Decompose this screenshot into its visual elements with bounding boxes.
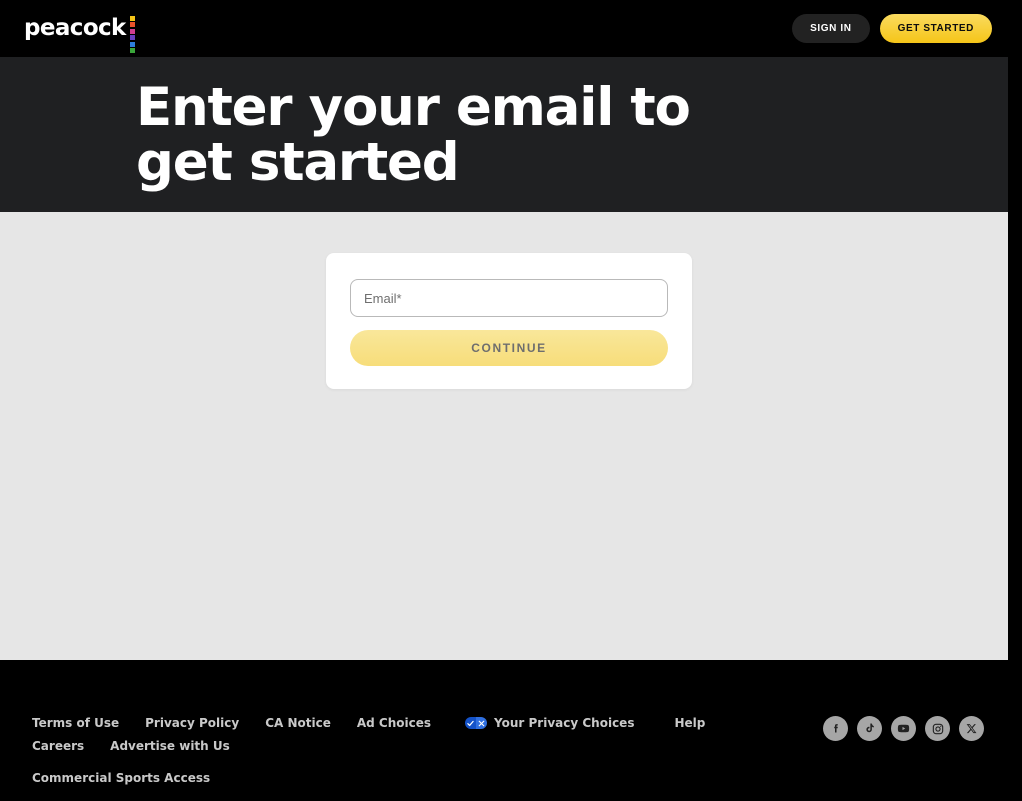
logo-wordmark: peacock	[24, 14, 126, 41]
footer-link-help[interactable]: Help	[674, 716, 705, 730]
footer-link-ca-notice[interactable]: CA Notice	[265, 716, 331, 730]
instagram-icon[interactable]	[925, 716, 950, 741]
signup-card: CONTINUE	[326, 253, 692, 389]
sign-in-button[interactable]: SIGN IN	[792, 14, 870, 43]
social-links	[823, 716, 984, 741]
your-privacy-choices-link[interactable]: Your Privacy Choices	[465, 716, 634, 730]
youtube-icon[interactable]	[891, 716, 916, 741]
get-started-button[interactable]: GET STARTED	[879, 14, 992, 43]
your-privacy-choices-label: Your Privacy Choices	[494, 716, 635, 730]
footer-top-row: Terms of Use Privacy Policy CA Notice Ad…	[32, 716, 984, 785]
logo-dots-icon	[129, 15, 135, 53]
privacy-choices-icon	[465, 717, 488, 729]
header-actions: SIGN IN GET STARTED	[792, 14, 992, 43]
continue-button[interactable]: CONTINUE	[350, 330, 668, 366]
footer-link-privacy-policy[interactable]: Privacy Policy	[145, 716, 239, 730]
main-content: CONTINUE	[0, 212, 1008, 660]
facebook-icon[interactable]	[823, 716, 848, 741]
peacock-logo[interactable]: peacock	[24, 14, 135, 53]
footer-links: Terms of Use Privacy Policy CA Notice Ad…	[32, 716, 772, 785]
page-root: peacock SIGN IN GET STARTED Enter your e…	[0, 0, 1022, 801]
tiktok-icon[interactable]	[857, 716, 882, 741]
footer-link-careers[interactable]: Careers	[32, 739, 84, 753]
footer-link-ad-choices[interactable]: Ad Choices	[357, 716, 431, 730]
footer-link-commercial-sports-access[interactable]: Commercial Sports Access	[32, 771, 210, 785]
site-footer: Terms of Use Privacy Policy CA Notice Ad…	[0, 660, 1008, 801]
email-input[interactable]	[350, 279, 668, 317]
hero-banner: Enter your email to get started	[0, 57, 1008, 212]
site-header: peacock SIGN IN GET STARTED	[0, 0, 1008, 57]
footer-link-terms-of-use[interactable]: Terms of Use	[32, 716, 119, 730]
page-title: Enter your email to get started	[136, 76, 691, 193]
footer-link-advertise-with-us[interactable]: Advertise with Us	[110, 739, 230, 753]
x-icon[interactable]	[959, 716, 984, 741]
